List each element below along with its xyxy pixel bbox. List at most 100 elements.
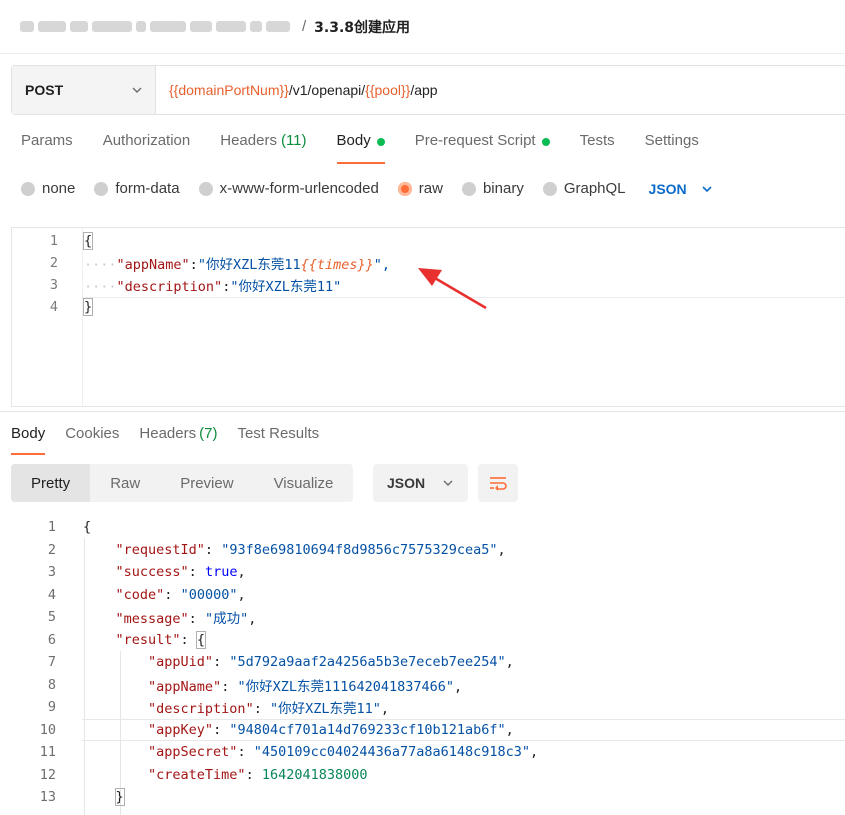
response-body[interactable]: 1{2 "requestId": "93f8e69810694f8d9856c7…	[0, 516, 845, 815]
line-code: "appKey": "94804cf701a14d769233cf10b121a…	[148, 721, 514, 738]
line-code: "result": {	[115, 630, 206, 649]
response-line: 13 }	[0, 786, 845, 809]
radio-binary[interactable]: binary	[461, 180, 524, 197]
tab-label: Authorization	[102, 132, 191, 149]
line-number: 12	[39, 766, 56, 783]
view-mode-preview[interactable]: Preview	[160, 464, 253, 502]
line-code: "appName": "你好XZL东莞111642041837466",	[148, 678, 463, 695]
response-tab-cookies[interactable]: Cookies	[65, 425, 119, 455]
view-mode-visualize[interactable]: Visualize	[254, 464, 354, 502]
line-number: 3	[47, 564, 56, 581]
response-line: 5 "message": "成功",	[0, 606, 845, 629]
tab-label: Cookies	[65, 425, 120, 442]
line-code: "appSecret": "450109cc04024436a77a8a6148…	[148, 744, 539, 761]
breadcrumb: / 3.3.8创建应用	[0, 0, 845, 54]
line-code: {	[83, 519, 92, 536]
radio-circle-icon	[21, 181, 35, 196]
line-code: "message": "成功",	[115, 611, 257, 628]
view-mode-raw[interactable]: Raw	[90, 464, 160, 502]
radio-x-www-form-urlencoded[interactable]: x-www-form-urlencoded	[198, 180, 379, 197]
request-body-editor[interactable]: 1 { 2 ····"appName":"你好XZL东莞11{{times}}"…	[11, 227, 845, 407]
status-dot-icon	[541, 138, 550, 146]
response-line: 4 "code": "00000",	[0, 584, 845, 607]
body-type-radios: none form-data x-www-form-urlencoded raw bin…	[21, 180, 713, 197]
response-tab-test-results[interactable]: Test Results	[237, 425, 319, 455]
radio-circle-icon	[94, 181, 109, 196]
radio-circle-icon	[542, 181, 557, 196]
tab-params[interactable]: Params	[21, 132, 73, 164]
radio-label: x-www-form-urlencoded	[219, 180, 379, 197]
response-line: 9 "description": "你好XZL东莞11",	[0, 696, 845, 719]
line-code: "description": "你好XZL东莞11",	[148, 701, 390, 718]
line-number: 13	[39, 789, 56, 806]
response-line: 10 "appKey": "94804cf701a14d769233cf10b1…	[0, 718, 845, 741]
response-line: 6 "result": {	[0, 629, 845, 652]
chevron-down-icon	[702, 185, 712, 192]
chevron-down-icon	[443, 480, 453, 486]
url-bar: POST {{domainPortNum}}/v1/openapi/{{pool…	[11, 65, 845, 115]
response-view-modes: Pretty Raw Preview Visualize	[11, 464, 354, 502]
response-format-select[interactable]: JSON	[373, 464, 468, 502]
radio-graphql[interactable]: GraphQL	[542, 180, 626, 197]
times-variable: {{times}}	[300, 257, 374, 273]
method-select[interactable]: POST	[12, 66, 156, 114]
red-arrow-icon	[418, 268, 487, 310]
line-code: "success": true,	[115, 564, 246, 581]
tab-label: Body	[336, 132, 371, 149]
response-line: 2 "requestId": "93f8e69810694f8d9856c757…	[0, 539, 845, 562]
response-line: 7 "appUid": "5d792a9aaf2a4256a5b3e7eceb7…	[0, 651, 845, 674]
url-segment: /app	[410, 82, 438, 98]
radio-label: raw	[418, 180, 443, 197]
radio-label: binary	[482, 180, 524, 197]
wrap-lines-button[interactable]	[478, 464, 518, 502]
url-input[interactable]: {{domainPortNum}}/v1/openapi/{{pool}}/ap…	[156, 66, 438, 114]
tab-label: Headers	[139, 425, 197, 442]
radio-circle-icon	[198, 181, 213, 196]
radio-label: none	[42, 180, 76, 197]
view-mode-pretty[interactable]: Pretty	[11, 464, 91, 502]
tab-label: Params	[21, 132, 73, 149]
response-line: 12 "createTime": 1642041838000	[0, 764, 845, 787]
response-line: 11 "appSecret": "450109cc04024436a77a8a6…	[0, 741, 845, 764]
radio-circle-icon	[397, 181, 412, 196]
radio-none[interactable]: none	[21, 180, 75, 197]
line-number: 9	[47, 699, 56, 716]
url-variable: {{domainPortNum}}	[169, 82, 289, 98]
radio-form-data[interactable]: form-data	[94, 180, 180, 197]
line-number: 7	[47, 654, 56, 671]
line-number: 4	[47, 586, 56, 603]
tab-settings[interactable]: Settings	[645, 132, 699, 164]
tab-label: Headers	[220, 132, 277, 149]
url-segment: /v1/openapi/	[288, 82, 366, 98]
request-title[interactable]: 3.3.8创建应用	[314, 17, 410, 37]
response-tab-headers[interactable]: Headers (7)	[139, 425, 217, 455]
tab-tests[interactable]: Tests	[580, 132, 615, 164]
body-format-select[interactable]: JSON	[649, 181, 713, 197]
line-code: "code": "00000",	[115, 586, 246, 603]
line-number: 2	[47, 541, 56, 558]
breadcrumb-separator: /	[302, 18, 307, 35]
tab-label: Test Results	[237, 425, 320, 442]
response-line: 1{	[0, 516, 845, 539]
tab-count: (7)	[199, 425, 218, 442]
response-tabs: Body Cookies Headers (7) Test Results	[11, 425, 339, 455]
response-format-label: JSON	[387, 475, 426, 491]
tab-pre-request-script[interactable]: Pre-request Script	[415, 132, 550, 164]
response-tab-body[interactable]: Body	[11, 425, 46, 455]
line-number: 1	[47, 519, 56, 536]
radio-label: GraphQL	[563, 180, 626, 197]
line-number: 5	[47, 609, 56, 626]
line-code: "createTime": 1642041838000	[148, 766, 368, 783]
url-variable: {{pool}}	[365, 82, 411, 98]
tab-count: (11)	[280, 132, 307, 149]
line-code: "appUid": "5d792a9aaf2a4256a5b3e7eceb7ee…	[148, 654, 514, 671]
line-number: 6	[47, 631, 56, 648]
tab-authorization[interactable]: Authorization	[103, 132, 191, 164]
tab-body[interactable]: Body	[336, 132, 385, 164]
tab-headers[interactable]: Headers (11)	[220, 132, 306, 164]
tab-label: Body	[11, 425, 46, 442]
radio-raw[interactable]: raw	[397, 180, 443, 197]
wrap-lines-icon	[490, 477, 507, 491]
response-line: 3 "success": true,	[0, 561, 845, 584]
tab-label: Pre-request Script	[414, 132, 536, 149]
